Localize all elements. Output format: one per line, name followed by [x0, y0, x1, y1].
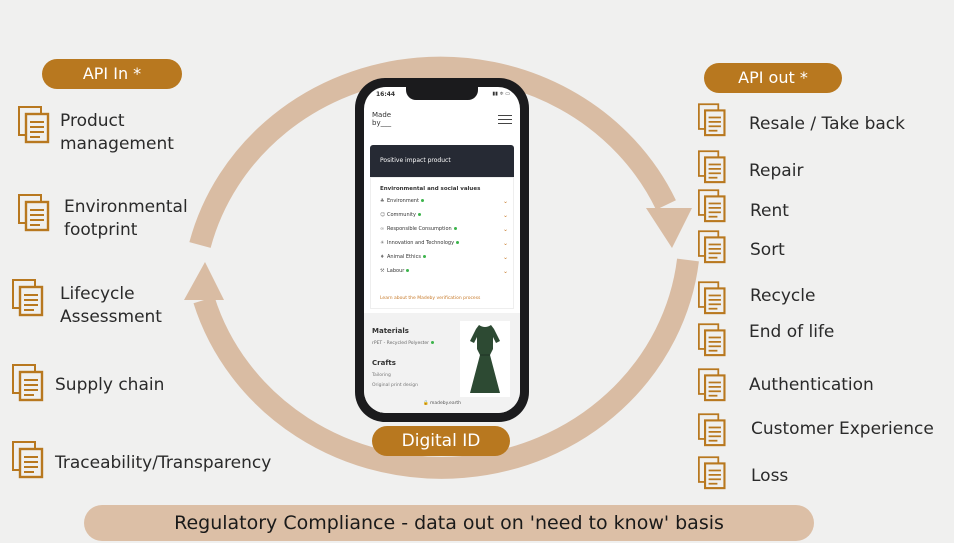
crafts-title: Crafts [372, 359, 396, 367]
bulb-icon: ☀ [380, 240, 385, 246]
value-label: Environment [387, 198, 419, 204]
api-out-item: Repair [749, 161, 804, 181]
api-in-item: Environmental footprint [64, 197, 188, 240]
chevron-down-icon: ⌄ [502, 268, 508, 275]
status-dot [420, 199, 424, 202]
document-icon [698, 368, 726, 402]
document-icon [698, 230, 726, 264]
crafts-item: Original print design [372, 383, 418, 388]
tools-icon: ⚒ [380, 268, 385, 274]
chevron-down-icon: ⌄ [502, 198, 508, 205]
chevron-down-icon: ⌄ [502, 212, 508, 219]
document-icon [698, 150, 726, 184]
value-row[interactable]: ∞ Responsible Consumption ⌄ [380, 226, 508, 236]
status-dot [456, 241, 460, 244]
status-dot [422, 255, 426, 258]
value-label: Animal Ethics [387, 254, 421, 260]
api-out-item: Customer Experience [751, 419, 934, 439]
value-label: Community [387, 212, 416, 218]
phone-mockup: 16:44 ▮▮ ≑ ▭ Made by___ Positive impact … [355, 78, 529, 422]
status-time: 16:44 [376, 91, 396, 98]
document-icon [698, 189, 726, 223]
compliance-banner: Regulatory Compliance - data out on 'nee… [84, 505, 814, 541]
chevron-down-icon: ⌄ [502, 226, 508, 233]
digital-id-badge: Digital ID [372, 426, 510, 456]
infinity-icon: ∞ [380, 226, 385, 232]
value-label: Responsible Consumption [387, 226, 452, 232]
left-arrowhead [184, 262, 224, 300]
value-row[interactable]: ☀ Innovation and Technology ⌄ [380, 240, 508, 250]
api-out-item: Sort [750, 240, 785, 260]
chevron-down-icon: ⌄ [502, 240, 508, 247]
values-title: Environmental and social values [380, 186, 481, 192]
document-icon [12, 364, 44, 402]
crafts-item: Tailoring [372, 373, 391, 378]
value-row[interactable]: ☺ Community ⌄ [380, 212, 508, 222]
madeby-logo: Made by___ [372, 111, 392, 127]
document-icon [12, 279, 44, 317]
phone-notch [406, 87, 478, 100]
status-dot [453, 227, 457, 230]
api-in-item: Traceability/Transparency [55, 453, 272, 473]
menu-icon[interactable] [498, 115, 512, 127]
impact-card-header: Positive impact product [370, 145, 514, 177]
value-row[interactable]: ♣ Environment ⌄ [380, 198, 508, 208]
status-dot [417, 213, 421, 216]
product-image[interactable] [460, 321, 510, 397]
api-out-item: Authentication [749, 375, 874, 395]
value-row[interactable]: ♦ Animal Ethics ⌄ [380, 254, 508, 264]
api-in-item: Supply chain [55, 375, 165, 395]
document-icon [698, 456, 726, 490]
right-arrowhead [646, 208, 692, 248]
api-in-item: Product management [60, 111, 174, 154]
document-icon [12, 441, 44, 479]
value-row[interactable]: ⚒ Labour ⌄ [380, 268, 508, 278]
api-out-badge: API out * [704, 63, 842, 93]
chevron-down-icon: ⌄ [502, 254, 508, 261]
dress-image [470, 325, 500, 393]
status-dot [406, 269, 410, 272]
values-card: Environmental and social values ♣ Environ… [370, 177, 514, 309]
leaf-icon: ♣ [380, 198, 385, 204]
value-label: Labour [387, 268, 405, 274]
document-icon [18, 106, 50, 144]
document-icon [698, 413, 726, 447]
api-in-badge: API In * [42, 59, 182, 89]
document-icon [698, 281, 726, 315]
document-icon [698, 103, 726, 137]
document-icon [698, 323, 726, 357]
materials-value: rPET - Recycled Polyester [372, 341, 434, 346]
value-label: Innovation and Technology [387, 240, 455, 246]
url-bar: 🔒 madeby.earth [422, 401, 462, 406]
api-out-item: Rent [750, 201, 789, 221]
api-out-item: Resale / Take back [749, 114, 905, 134]
people-icon: ☺ [380, 212, 386, 218]
api-in-item: Lifecycle Assessment [60, 284, 162, 327]
materials-section: Materials rPET - Recycled Polyester Craf… [364, 313, 520, 413]
api-out-item: End of life [749, 322, 835, 342]
api-out-item: Loss [751, 466, 789, 486]
status-icons: ▮▮ ≑ ▭ [492, 91, 510, 97]
paw-icon: ♦ [380, 254, 385, 260]
document-icon [18, 194, 50, 232]
verification-link[interactable]: Learn about the Madeby verification proc… [380, 296, 480, 301]
phone-screen: 16:44 ▮▮ ≑ ▭ Made by___ Positive impact … [364, 87, 520, 413]
materials-title: Materials [372, 327, 409, 335]
api-out-item: Recycle [750, 286, 816, 306]
